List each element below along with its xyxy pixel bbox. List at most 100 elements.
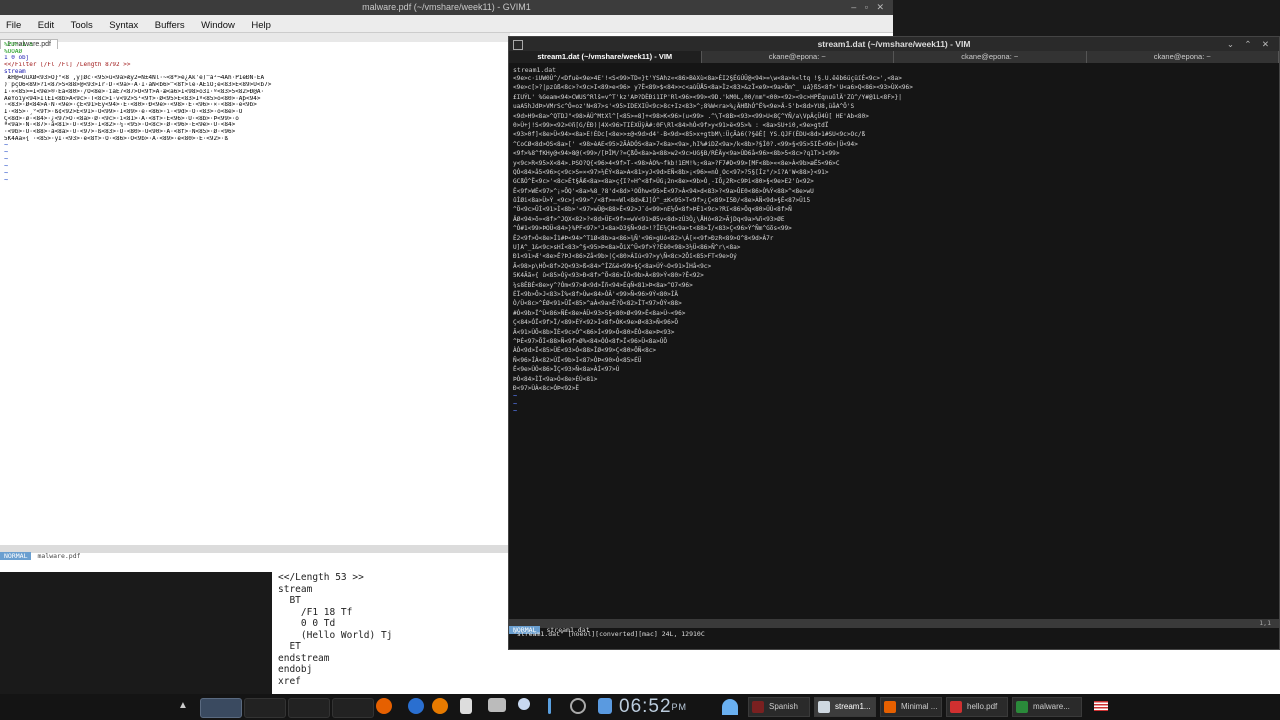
terminal-tab-shell-1[interactable]: ckane@epona: ~: [702, 51, 894, 63]
lightbulb-icon[interactable]: [518, 698, 530, 710]
vim-binary-line: uaA5hJdÞ>VMrSc^Ó=oz'N<87>s'<95>IDEXIÜ<9c…: [513, 103, 855, 111]
vim-buffer-name: stream1.dat: [513, 66, 557, 74]
arrow-up-icon[interactable]: ▲: [178, 700, 188, 711]
us-flag-icon[interactable]: [1094, 701, 1108, 711]
vim-binary-line: ^Ò#1<99>ÞOÜ<84>}%PF<97>°J<8a>D3§Ñ<9d>!?Î…: [513, 225, 792, 233]
vim-binary-line: ÞÒ<84>ÌÏ<9a>Ó<8e>ÉÙ<81>: [513, 375, 598, 383]
document-icon[interactable]: [460, 698, 472, 714]
task-stream1[interactable]: stream1...: [814, 697, 876, 717]
task-minimal[interactable]: Minimal ...: [880, 697, 942, 717]
task-label-stream1: stream1...: [835, 702, 871, 711]
vim-binary-line: Ç<84>ÓÏ<9f>Ï/<89>ÈÝ<92>Ì<8f>ÒK<9e>Ø<83>Ñ…: [513, 319, 679, 327]
wifi-icon[interactable]: [722, 699, 738, 715]
vim-text-area[interactable]: <9e>c·iUW0Ù^/<Dfuë<9e>4E'!<S<99>TD«}t'YS…: [513, 74, 1273, 614]
vim-binary-line: ^ÞÉ<97>ÕÌ<88>Ñ<9f>Ø%<84>ÓÒ<8f>Ï<96>Ü<8a>…: [513, 337, 668, 345]
vim-binary-line: y<9c>R<95>X<84>.ÞSO?Q{<96>4<9f>T-<98>ÀO%…: [513, 159, 840, 167]
task-malware[interactable]: malware...: [1012, 697, 1082, 717]
menu-syntax[interactable]: Syntax: [103, 17, 144, 34]
vim-binary-line: U]A^_1&<9c>sHÌ<83>^§<95>Þ<8a>ÕiX^Û<9f>Ý?…: [513, 244, 741, 252]
gvim-binary-line: ·<9b>·Ü·<88>·â<8a>·Ú·<97>·ß<83>·Ô·<80>·Û…: [4, 128, 236, 135]
terminal-icon: [513, 40, 523, 50]
gvim-binary-line: Ì·«<85>=Ï<9e>®·Éã<80>·/Õ<8e>·îãÉ7<87>O<9…: [4, 88, 265, 95]
gvim-text-area[interactable]: %PDF-1.5 %ÓÔÅØ 1 0 obj <</Filter [/Fl /F…: [4, 42, 508, 544]
vim-binary-line: Ã<98>p\HÔ<8f>2Q<93>ß<84>^ÍZ&ë<99>§Ç<8a>Ú…: [513, 262, 712, 270]
vim-binary-line: ¼s8ÊBÉ<8e>y^?Óm<97>Ø<9d>Ïñ<94>ÉqÑ<81>Þ<8…: [513, 281, 693, 289]
gvim-tilde: ~: [4, 162, 9, 171]
task-icon-minimal: [884, 701, 896, 713]
menu-tools[interactable]: Tools: [65, 17, 99, 34]
vim-binary-line: <93>0f]<8e>Ü<94><8a>E!ÉDc[<8e>>±@<9d>d4'…: [513, 131, 866, 139]
vim-binary-line: £IUÝL' %Geam<94>CWUS^Rlš=v^T'kz'AÞ?DÈÐi1…: [513, 93, 902, 101]
menu-file[interactable]: File: [0, 17, 27, 34]
vim-tilde: ~: [513, 407, 518, 416]
vim-binary-line: Ð<97>ÙÀ<8c>ÓÞ<92>Ë: [513, 384, 580, 392]
menu-window[interactable]: Window: [195, 17, 241, 34]
task-icon-hello-pdf: [950, 701, 962, 713]
terminal-tab-shell-3[interactable]: ckane@epona: ~: [1087, 51, 1279, 63]
menu-help[interactable]: Help: [245, 17, 277, 34]
background-line: (Hello World) Tj: [278, 629, 393, 641]
vim-binary-line: <9e>c·iUW0Ù^/<Dfuë<9e>4E'!<S<99>TD«}t'YS…: [513, 75, 902, 82]
background-line: ET: [278, 641, 301, 652]
vim-binary-content: <9e>c·iUW0Ù^/<Dfuë<9e>4E'!<S<99>TD«}t'YS…: [513, 74, 1273, 393]
gvim-tabline: 1 malware.pdf: [0, 33, 510, 49]
vim-tilde: ~: [513, 399, 518, 408]
workspace-4-icon[interactable]: [332, 698, 374, 718]
vim-binary-line: ^Ö<9c>ÛÌ<91>Ì<8b>'<97>wÜ@<88>Ê<92>J¯ó<99…: [513, 206, 792, 214]
task-spanish[interactable]: Spanish: [748, 697, 810, 717]
vim-command-line[interactable]: "stream1.dat" [noeol][converted][mac] 24…: [513, 630, 705, 638]
gvim-binary-content: `ÆH@=ÙûXØ<93>Ö}°<8`,ÿ]Øc·<95>û<9a>Æÿ2=Ñ±…: [4, 75, 508, 142]
pdf-filter-line: <</Filter [/Fl /Fl] /Length 8792 >>: [4, 62, 131, 69]
clock-time: 06:52: [619, 696, 672, 717]
gvim-title-bar[interactable]: malware.pdf (~/vmshare/week11) - GVIM1 –…: [0, 0, 893, 15]
workspace-3-icon[interactable]: [288, 698, 330, 718]
gvim-window-buttons[interactable]: – ▫ ✕: [851, 0, 887, 15]
pdf-stream-keyword: stream: [4, 68, 26, 75]
firefox-alt-icon[interactable]: [432, 698, 448, 714]
printer-icon[interactable]: [488, 698, 506, 712]
gvim-empty-lines: ~ ~ ~ ~ ~ ~: [4, 142, 508, 184]
thunderbird-icon[interactable]: [408, 698, 424, 714]
gvim-tilde: ~: [4, 141, 9, 150]
gvim-tilde: ~: [4, 169, 9, 178]
vim-window-buttons[interactable]: ⌄ ⌃ ✕: [1227, 37, 1273, 51]
firefox-icon[interactable]: [376, 698, 392, 714]
menu-edit[interactable]: Edit: [32, 17, 60, 34]
terminal-tab-vim[interactable]: stream1.dat (~/vmshare/week11) - VIM: [509, 51, 702, 63]
vim-cursor-position: 1,1: [1259, 619, 1271, 627]
vim-binary-line: ûÌØi<8a>Ü>Ý_<9c>j<99>^/<8f>=«Wl<8d>ÆJ]Ó^…: [513, 197, 811, 205]
terminal-tab-bar: stream1.dat (~/vmshare/week11) - VIM cka…: [509, 51, 1279, 63]
gvim-title: malware.pdf (~/vmshare/week11) - GVIM1: [362, 2, 531, 12]
vim-binary-line: GCßÓ^Ë<9c>'<8c>Ét§ÄÆ<8a><8a>ç{I?»H^<8f>Ú…: [513, 178, 814, 186]
vim-binary-line: ÀÒ<9d>Ï<85>ÜÉ<93>Ó<88>ÎØ<99>Ç<80>ÕÑ<8c>: [513, 347, 657, 355]
background-line: xref: [278, 675, 301, 687]
task-hello-pdf[interactable]: hello.pdf: [946, 697, 1008, 717]
background-line: <</Length 53 >>: [278, 572, 364, 583]
pdf-comment-line: %ÓÔÅØ: [4, 48, 23, 55]
folder-icon[interactable]: [598, 698, 612, 714]
workspace-1-icon[interactable]: [200, 698, 242, 718]
background-line: BT: [278, 595, 301, 606]
gauge-icon[interactable]: [570, 698, 586, 714]
gvim-binary-line: Ç<8d>·ø·<84>·¿<97>Õ·<8a>·Ø·<9c>·ì<81>·Å·…: [4, 115, 239, 122]
clock-ampm: PM: [671, 702, 688, 712]
vim-title: stream1.dat (~/vmshare/week11) - VIM: [817, 39, 971, 49]
vim-binary-line: <9f>%8^fKHy@<94>8@(<99>/[ÞÎM/?=ÇßÖ<8a>à<…: [513, 150, 840, 158]
workspace-2-icon[interactable]: [244, 698, 286, 718]
vim-title-bar[interactable]: stream1.dat (~/vmshare/week11) - VIM ⌄ ⌃…: [509, 37, 1279, 51]
vim-binary-line: <9d>H9<8a>^QTDJ"<98>ÀÚ^MtXl^[<85>=8]+<98…: [513, 112, 869, 120]
background-left-column: <</Length 53 >> stream BT /F1 18 Tf 0 0 T…: [278, 572, 392, 687]
gvim-status-line: NORMAL malware.pdf: [0, 545, 510, 560]
vim-terminal-window: stream1.dat (~/vmshare/week11) - VIM ⌄ ⌃…: [508, 36, 1280, 650]
menu-buffers[interactable]: Buffers: [149, 17, 191, 34]
background-line: /F1 18 Tf: [278, 606, 353, 618]
taskbar-clock[interactable]: 06:52PM: [619, 694, 687, 720]
background-line: endobj: [278, 664, 313, 675]
antenna-icon[interactable]: [548, 698, 551, 714]
vim-empty-lines: ~ ~ ~: [513, 393, 1273, 416]
task-icon-spanish: [752, 701, 764, 713]
vim-binary-line: 5K4Ãã»{ û<85>Óÿ<93>Ð<8f>^Õ<86>ÍÒ<9b>À<89…: [513, 272, 704, 280]
background-line: stream: [278, 583, 313, 595]
terminal-tab-shell-2[interactable]: ckane@epona: ~: [894, 51, 1087, 63]
gvim-binary-line: ÀéYöîÿ<94>ÏlÉÏ<8b>Ã<9c>·T<8c>1·v<92>S¹<9…: [4, 95, 261, 102]
